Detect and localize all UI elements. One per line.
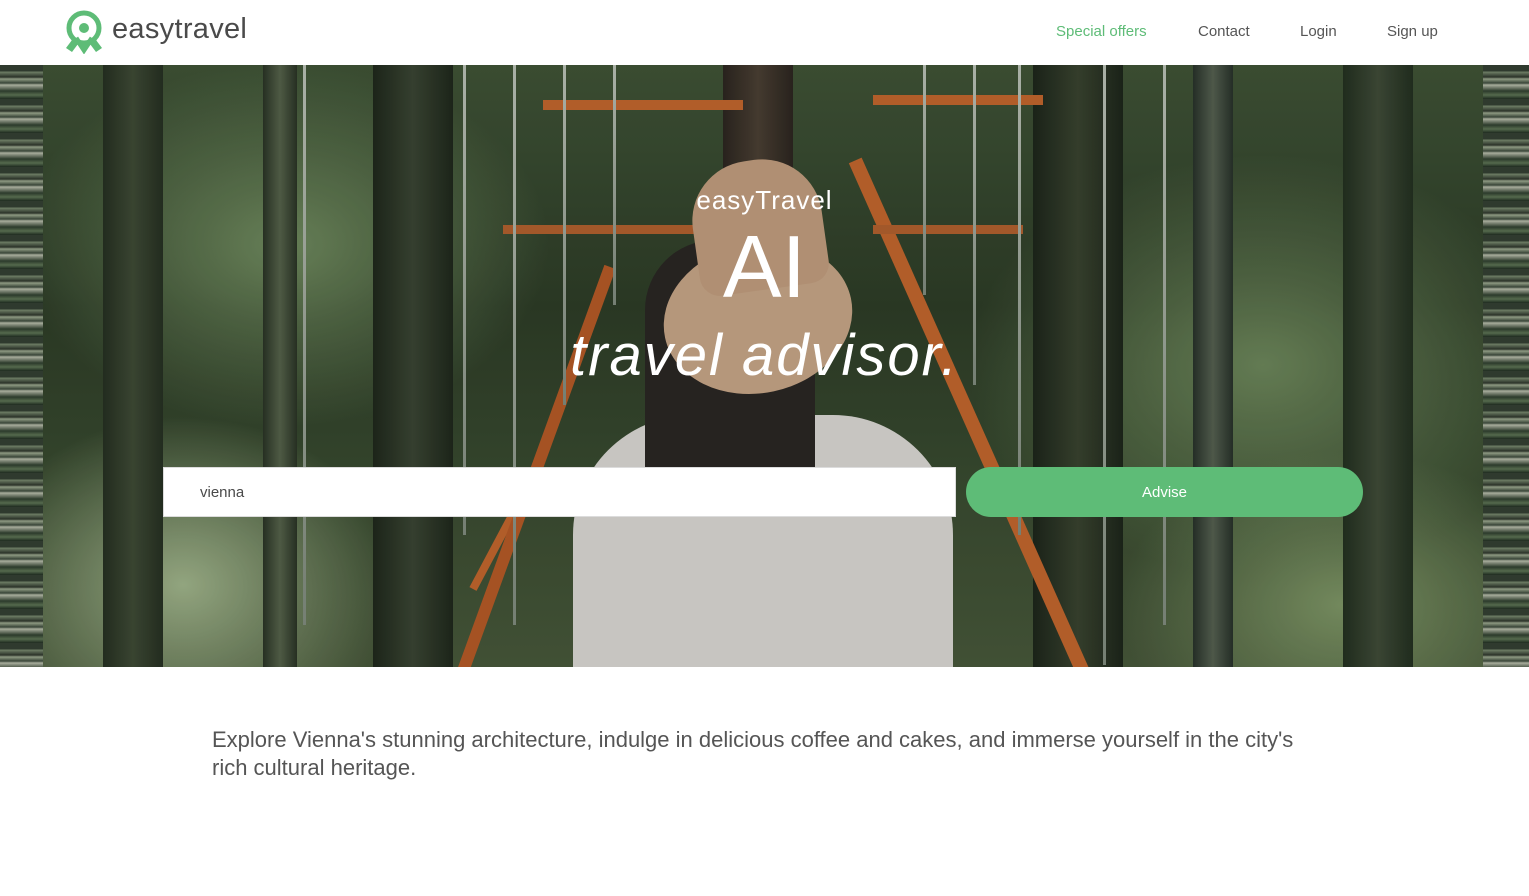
advice-result-text: Explore Vienna's stunning architecture, … bbox=[212, 727, 1294, 780]
hero-subtitle: travel advisor. bbox=[570, 323, 959, 388]
nav-login[interactable]: Login bbox=[1300, 23, 1337, 41]
hero-section: easyTravel AI travel advisor. Advise bbox=[0, 65, 1529, 667]
nav-special-offers[interactable]: Special offers bbox=[1056, 23, 1147, 41]
brand-name: easytravel bbox=[112, 12, 248, 45]
nav-contact[interactable]: Contact bbox=[1198, 23, 1250, 41]
map-pin-ribbon-icon bbox=[66, 10, 102, 54]
brand-logo[interactable]: easytravel bbox=[64, 9, 247, 55]
hero-kicker: easyTravel bbox=[696, 185, 833, 215]
hero-title: AI bbox=[722, 217, 807, 316]
advise-button[interactable]: Advise bbox=[966, 467, 1363, 517]
destination-input[interactable] bbox=[163, 467, 956, 517]
site-header: easytravel Special offers Contact Login … bbox=[0, 0, 1529, 65]
nav-sign-up[interactable]: Sign up bbox=[1387, 23, 1438, 41]
